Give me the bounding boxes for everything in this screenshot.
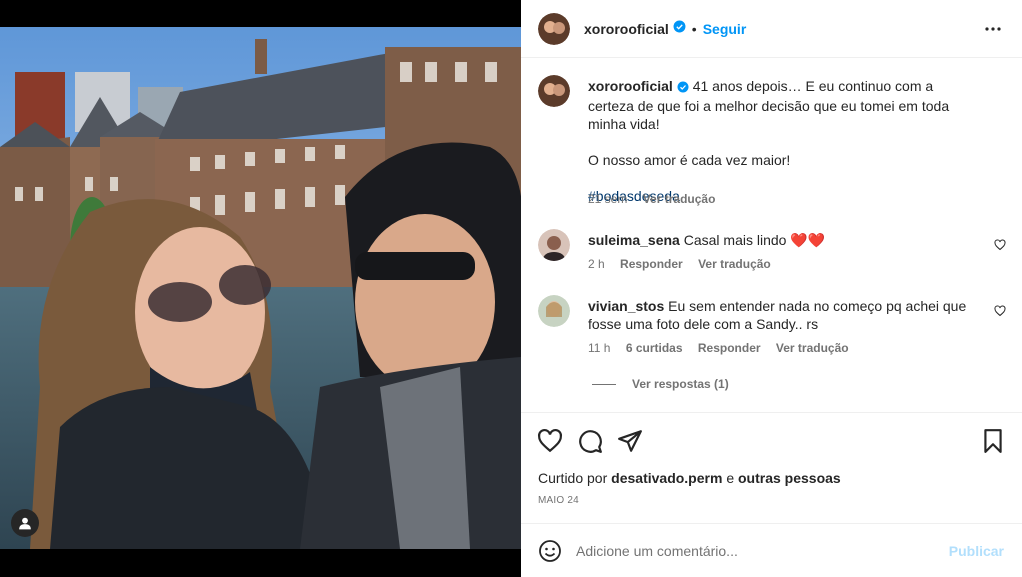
- add-comment-bar: Publicar: [521, 523, 1022, 577]
- post-photo[interactable]: [0, 27, 521, 549]
- publish-button[interactable]: Publicar: [949, 543, 1004, 559]
- comments-section[interactable]: xororooficial 41 anos depois… E eu conti…: [521, 59, 1022, 412]
- post-username[interactable]: xororooficial: [584, 21, 669, 37]
- heart-icon[interactable]: [537, 428, 563, 454]
- reply-button[interactable]: Responder: [620, 257, 683, 271]
- translate-link[interactable]: Ver tradução: [698, 257, 771, 271]
- liked-by-prefix: Curtido por: [538, 470, 608, 486]
- bookmark-icon[interactable]: [980, 428, 1006, 454]
- person-icon: [19, 517, 31, 530]
- actions-area: Curtido por desativado.perm e outras pes…: [521, 412, 1022, 523]
- caption-username[interactable]: xororooficial: [588, 78, 673, 94]
- verified-badge-icon: [677, 79, 689, 97]
- avatar-image: [538, 229, 570, 261]
- liked-by-conj: e: [726, 470, 735, 486]
- caption: xororooficial 41 anos depois… E eu conti…: [538, 75, 1008, 215]
- post-header: xororooficial • Seguir: [521, 0, 1022, 58]
- tagged-users-button[interactable]: [11, 509, 39, 537]
- avatar[interactable]: [538, 12, 570, 45]
- comment-icon[interactable]: [577, 428, 603, 454]
- comment-time[interactable]: 11 h: [588, 341, 610, 355]
- replies-divider: [592, 383, 616, 385]
- comment-body: vivian_stos Eu sem entender nada no come…: [588, 297, 978, 333]
- comment-item: vivian_stos Eu sem entender nada no come…: [538, 295, 1008, 365]
- heart-emoji: ❤️❤️: [790, 232, 826, 248]
- avatar[interactable]: [538, 295, 570, 327]
- follow-button[interactable]: Seguir: [703, 21, 747, 37]
- comment-item: suleima_sena Casal mais lindo ❤️❤️ 2 h R…: [538, 229, 1008, 279]
- comment-body: suleima_sena Casal mais lindo ❤️❤️: [588, 231, 978, 249]
- liked-by: Curtido por desativado.perm e outras pes…: [538, 470, 841, 486]
- photo-panel: [0, 0, 521, 577]
- caption-meta: 21 sem Ver tradução: [588, 192, 727, 206]
- avatar-image: [538, 75, 570, 107]
- comment-meta: 2 h Responder Ver tradução: [588, 257, 783, 271]
- comment-username[interactable]: suleima_sena: [588, 232, 680, 248]
- post-side-panel: xororooficial • Seguir xororooficial 41 …: [521, 0, 1022, 577]
- more-options-icon[interactable]: [982, 18, 1004, 40]
- avatar[interactable]: [538, 229, 570, 261]
- translate-link[interactable]: Ver tradução: [776, 341, 849, 355]
- separator-dot: •: [691, 20, 697, 37]
- view-replies-button[interactable]: Ver respostas (1): [592, 377, 729, 391]
- comment-input[interactable]: [576, 542, 936, 559]
- photo-illustration: [0, 27, 521, 549]
- comment-likes-count[interactable]: 6 curtidas: [626, 341, 683, 355]
- reply-button[interactable]: Responder: [698, 341, 761, 355]
- share-icon[interactable]: [617, 428, 643, 454]
- emoji-icon[interactable]: [538, 539, 562, 563]
- comment-text: Casal mais lindo: [683, 232, 787, 248]
- comment-meta: 11 h 6 curtidas Responder Ver tradução: [588, 341, 861, 355]
- view-replies-label: Ver respostas (1): [632, 377, 729, 391]
- like-comment-heart-icon[interactable]: [994, 239, 1006, 251]
- caption-time[interactable]: 21 sem: [588, 192, 627, 206]
- avatar-image: [538, 295, 570, 327]
- action-bar: [537, 428, 1006, 454]
- avatar[interactable]: [538, 75, 570, 107]
- comment-username[interactable]: vivian_stos: [588, 298, 664, 314]
- post-date[interactable]: MAIO 24: [538, 495, 579, 506]
- translate-link[interactable]: Ver tradução: [643, 192, 716, 206]
- like-comment-heart-icon[interactable]: [994, 305, 1006, 317]
- comment-time[interactable]: 2 h: [588, 257, 605, 271]
- liked-by-others[interactable]: outras pessoas: [738, 470, 841, 486]
- verified-badge-icon: [673, 20, 686, 38]
- caption-second-line: O nosso amor é cada vez maior!: [588, 152, 791, 168]
- liked-by-user[interactable]: desativado.perm: [611, 470, 722, 486]
- avatar-image: [538, 12, 570, 45]
